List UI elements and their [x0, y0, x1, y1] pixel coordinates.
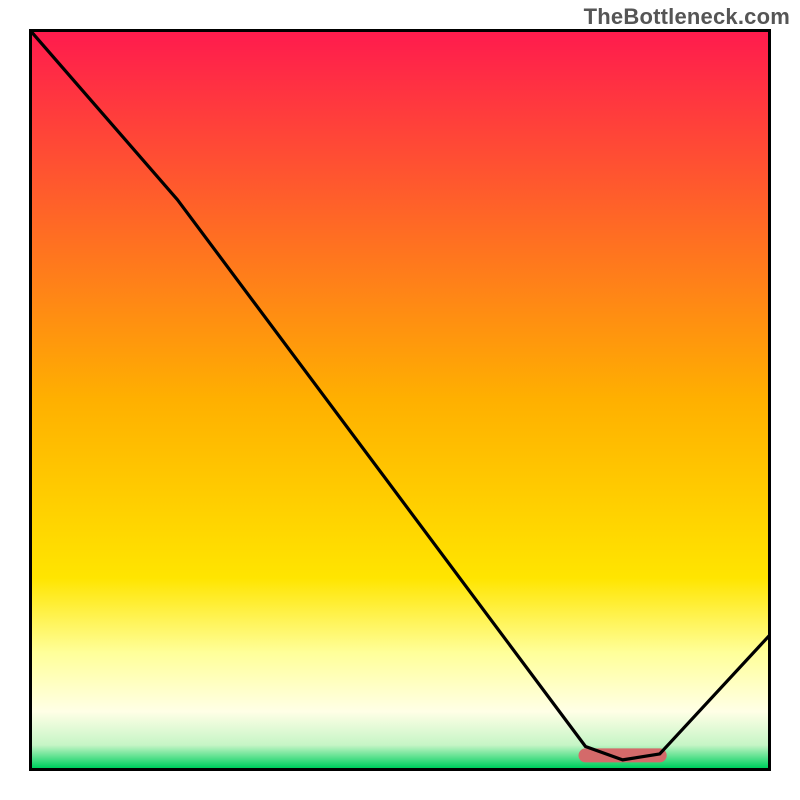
chart-stage: TheBottleneck.com: [0, 0, 800, 800]
watermark-text: TheBottleneck.com: [584, 4, 790, 30]
chart-svg: [29, 29, 771, 771]
gradient-background: [29, 29, 771, 771]
plot-area: [29, 29, 771, 771]
